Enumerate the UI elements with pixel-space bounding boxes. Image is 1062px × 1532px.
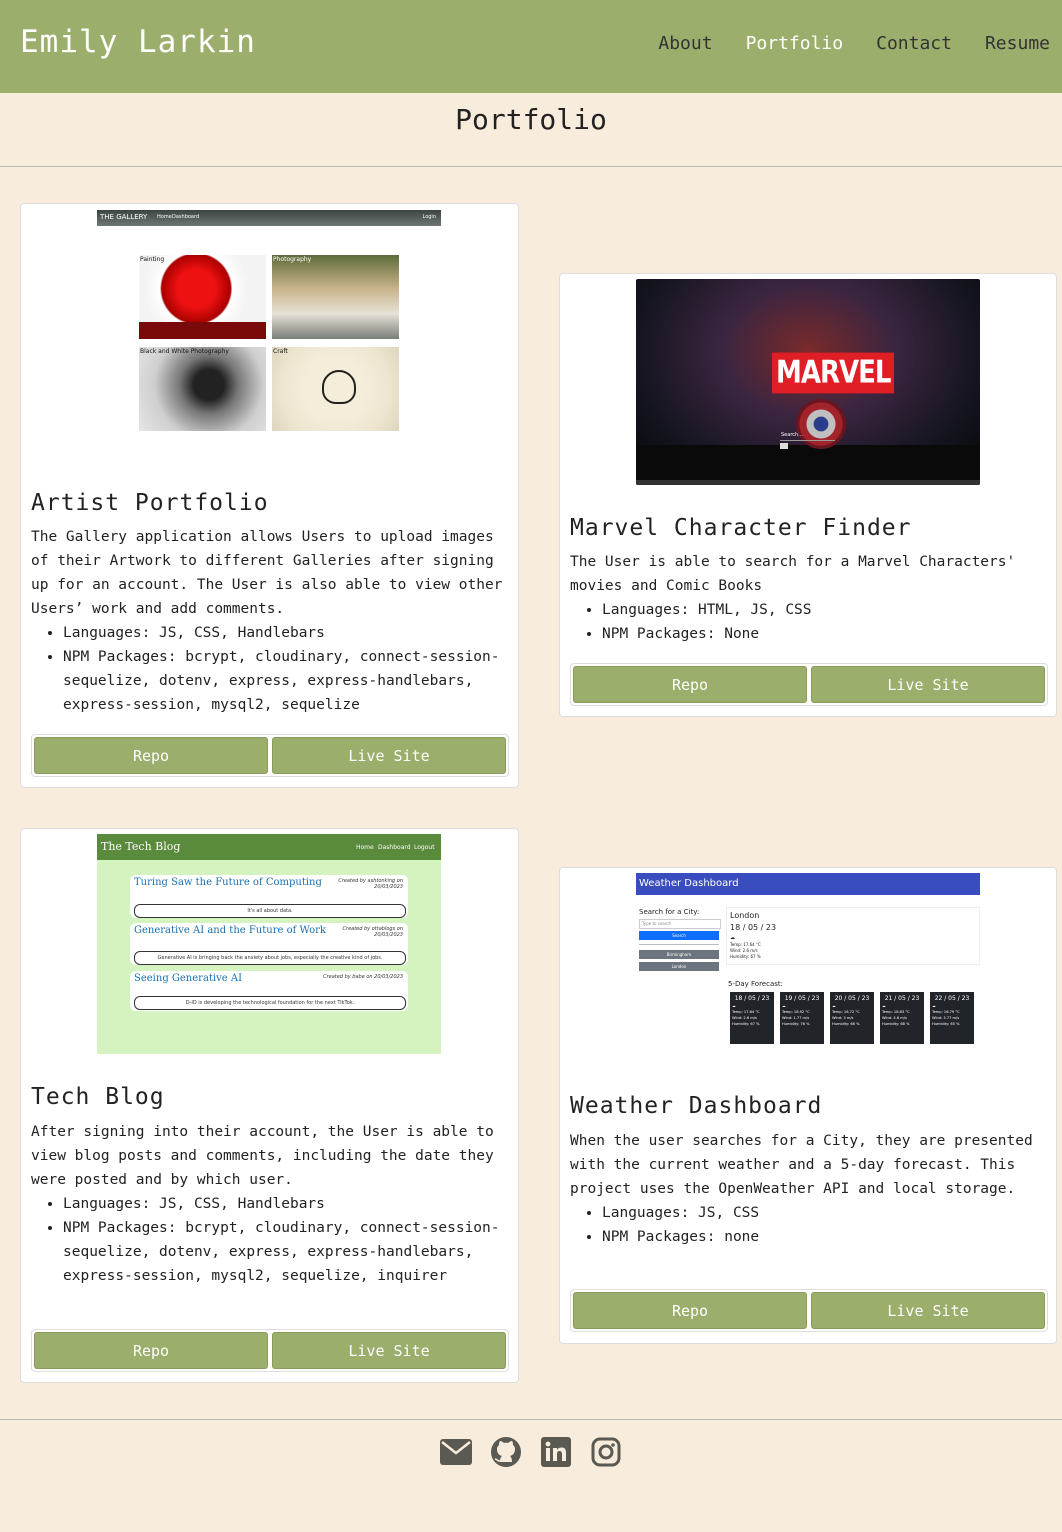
- project-title: Marvel Character Finder: [570, 515, 912, 541]
- forecast-card: 22 / 05 / 23 ☁ Temp: 16.79 °C Wind: 3.77 m/…: [930, 992, 974, 1044]
- project-title: Tech Blog: [31, 1084, 165, 1110]
- project-description: The Gallery application allows Users to …: [31, 525, 513, 717]
- page-title: Portfolio: [455, 103, 607, 136]
- nav-about[interactable]: About: [658, 33, 712, 54]
- languages-item: Languages: HTML, JS, CSS: [602, 598, 1052, 622]
- nav-resume[interactable]: Resume: [985, 33, 1050, 54]
- live-site-button[interactable]: Live Site: [272, 1332, 506, 1369]
- project-card-artist-portfolio: THE GALLERY Home Dashboard Login Paintin…: [20, 203, 519, 788]
- project-details-list: Languages: JS, CSS NPM Packages: none: [570, 1201, 1040, 1249]
- packages-item: NPM Packages: None: [602, 622, 1052, 646]
- description-text: The User is able to search for a Marvel …: [570, 554, 1016, 594]
- instagram-icon[interactable]: [590, 1436, 622, 1468]
- repo-button[interactable]: Repo: [573, 666, 807, 703]
- button-group: Repo Live Site: [570, 663, 1048, 706]
- envelope-icon[interactable]: [440, 1436, 472, 1468]
- repo-button[interactable]: Repo: [573, 1292, 807, 1329]
- project-title: Artist Portfolio: [31, 490, 269, 516]
- project-card-tech-blog: The Tech Blog Home Dashboard Logout Turi…: [20, 828, 519, 1383]
- repo-button[interactable]: Repo: [34, 1332, 268, 1369]
- divider: [0, 166, 1062, 167]
- nav-contact[interactable]: Contact: [876, 33, 952, 54]
- button-group: Repo Live Site: [31, 1329, 509, 1372]
- description-text: When the user searches for a City, they …: [570, 1133, 1033, 1197]
- button-group: Repo Live Site: [31, 734, 509, 777]
- forecast-card: 18 / 05 / 23 ☁ Temp: 17.64 °C Wind: 2.6 m/s…: [730, 992, 774, 1044]
- nav-portfolio[interactable]: Portfolio: [746, 33, 844, 54]
- project-screenshot[interactable]: THE GALLERY Home Dashboard Login Paintin…: [97, 210, 441, 460]
- live-site-button[interactable]: Live Site: [811, 666, 1045, 703]
- button-group: Repo Live Site: [570, 1289, 1048, 1332]
- forecast-card: 20 / 05 / 23 ☁ Temp: 16.72 °C Wind: 3 m/s Hu…: [830, 992, 874, 1044]
- footer-social-links: [0, 1436, 1062, 1468]
- project-card-marvel-character-finder: MARVEL Search... Marvel Character Finder…: [559, 273, 1057, 717]
- languages-item: Languages: JS, CSS: [602, 1201, 1040, 1225]
- project-screenshot[interactable]: The Tech Blog Home Dashboard Logout Turi…: [97, 834, 441, 1054]
- project-details-list: Languages: HTML, JS, CSS NPM Packages: N…: [570, 598, 1052, 646]
- project-details-list: Languages: JS, CSS, Handlebars NPM Packa…: [31, 1192, 501, 1288]
- description-text: The Gallery application allows Users to …: [31, 529, 503, 617]
- live-site-button[interactable]: Live Site: [272, 737, 506, 774]
- packages-item: NPM Packages: bcrypt, cloudinary, connec…: [63, 1216, 501, 1288]
- packages-item: NPM Packages: bcrypt, cloudinary, connec…: [63, 645, 513, 717]
- footer-divider: [0, 1419, 1062, 1420]
- packages-item: NPM Packages: none: [602, 1225, 1040, 1249]
- forecast-card: 21 / 05 / 23 ☁ Temp: 18.83 °C Wind: 4.6 m/s…: [880, 992, 924, 1044]
- project-details-list: Languages: JS, CSS, Handlebars NPM Packa…: [31, 621, 513, 717]
- repo-button[interactable]: Repo: [34, 737, 268, 774]
- forecast-card: 19 / 05 / 23 ☁ Temp: 18.92 °C Wind: 1.77 m/…: [780, 992, 824, 1044]
- site-header: Emily Larkin About Portfolio Contact Res…: [0, 0, 1062, 93]
- description-text: After signing into their account, the Us…: [31, 1124, 494, 1188]
- project-screenshot[interactable]: Weather Dashboard Search for a City: Typ…: [636, 873, 980, 1053]
- project-description: When the user searches for a City, they …: [570, 1129, 1040, 1249]
- project-title: Weather Dashboard: [570, 1093, 823, 1119]
- project-description: The User is able to search for a Marvel …: [570, 550, 1052, 646]
- github-icon[interactable]: [490, 1436, 522, 1468]
- brand-name[interactable]: Emily Larkin: [20, 24, 256, 60]
- main-nav: About Portfolio Contact Resume: [658, 33, 1050, 54]
- linkedin-icon[interactable]: [540, 1436, 572, 1468]
- project-description: After signing into their account, the Us…: [31, 1120, 501, 1288]
- languages-item: Languages: JS, CSS, Handlebars: [63, 621, 513, 645]
- live-site-button[interactable]: Live Site: [811, 1292, 1045, 1329]
- project-screenshot[interactable]: MARVEL Search...: [636, 279, 980, 485]
- languages-item: Languages: JS, CSS, Handlebars: [63, 1192, 501, 1216]
- project-card-weather-dashboard: Weather Dashboard Search for a City: Typ…: [559, 867, 1057, 1344]
